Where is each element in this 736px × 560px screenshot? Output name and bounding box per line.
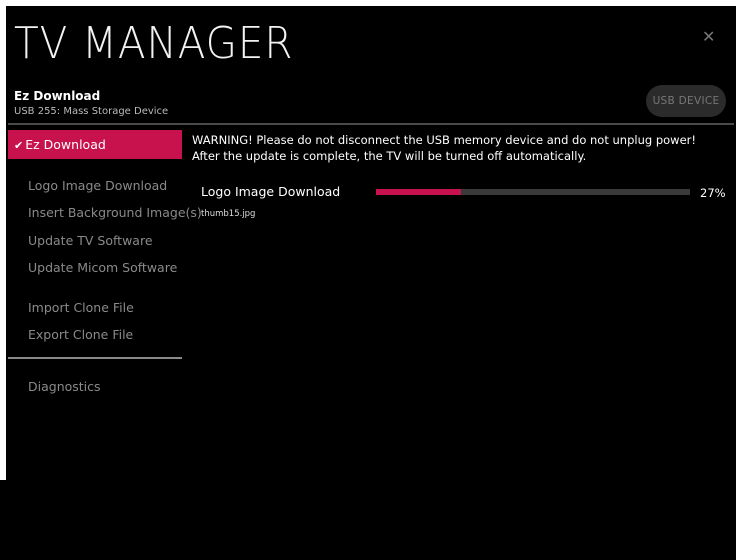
check-icon: ✔ xyxy=(14,139,24,152)
warning-line-1: WARNING! Please do not disconnect the US… xyxy=(192,133,696,147)
sidebar-divider xyxy=(8,357,182,359)
file-name: thumb15.jpg xyxy=(201,209,256,219)
left-edge xyxy=(0,0,6,480)
section-name: Ez Download xyxy=(14,89,101,103)
close-icon[interactable]: ✕ xyxy=(702,28,715,46)
sidebar-item-ez-download[interactable]: ✔ Ez Download xyxy=(8,130,182,159)
progress-percent: 27% xyxy=(700,186,726,200)
sidebar-item-label: Ez Download xyxy=(25,137,106,152)
top-edge xyxy=(0,0,736,6)
sidebar-item-logo-image-download[interactable]: Logo Image Download xyxy=(28,178,167,193)
header-divider xyxy=(8,123,734,125)
sidebar-item-update-tv-software[interactable]: Update TV Software xyxy=(28,233,153,248)
sidebar-item-import-clone-file[interactable]: Import Clone File xyxy=(28,300,134,315)
sidebar-item-insert-background-images[interactable]: Insert Background Image(s) xyxy=(28,205,202,220)
warning-line-2: After the update is complete, the TV wil… xyxy=(192,149,587,163)
sidebar-item-update-micom-software[interactable]: Update Micom Software xyxy=(28,260,177,275)
sidebar-item-export-clone-file[interactable]: Export Clone File xyxy=(28,327,133,342)
usb-device-button[interactable]: USB DEVICE xyxy=(646,85,726,117)
warning-message: WARNING! Please do not disconnect the US… xyxy=(192,132,696,164)
app-title: TV MANAGER xyxy=(14,18,294,69)
progress-bar xyxy=(376,189,690,195)
progress-fill xyxy=(376,189,461,195)
sidebar-item-diagnostics[interactable]: Diagnostics xyxy=(28,379,101,394)
download-label: Logo Image Download xyxy=(201,184,341,199)
device-name: USB 255: Mass Storage Device xyxy=(14,106,169,117)
